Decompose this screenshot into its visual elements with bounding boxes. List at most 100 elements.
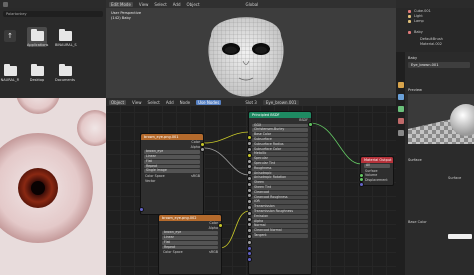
folder-icon [30,64,44,76]
folder-icon [3,64,17,76]
interpolation-dropdown[interactable]: Linear [144,154,200,159]
light-icon [408,15,411,18]
file-browser-panel: Polartonkey ↑ Applications BINAURAL_S NA… [0,0,106,98]
image-texture-node-2[interactable]: brown_eye.png.002 Color Alpha brown_eye … [158,214,223,275]
principled-input-socket[interactable] [247,216,252,222]
eye-texture-image [0,98,106,275]
menu-select[interactable]: Select [154,2,166,7]
object-icon [408,10,411,13]
principled-input-row[interactable]: Roughness [252,166,308,171]
color-space-row[interactable]: Color Space sRGB [159,250,221,255]
input-displacement: Displacement [365,177,388,182]
folder-applications[interactable]: Applications [27,27,49,47]
interpolation-dropdown[interactable]: Linear [162,235,218,240]
folder-icon [58,29,72,41]
principled-input-socket[interactable] [247,158,252,164]
outliner-item[interactable]: Material.002 [420,42,442,46]
folder-label: BINAURAL_S [55,43,77,47]
base-color-swatch[interactable] [448,234,472,239]
folder-desktop[interactable]: Desktop [27,64,47,82]
baby-head-mesh[interactable] [201,6,291,98]
folder-naural[interactable]: NAURAL_Fi [0,64,20,82]
principled-input-socket[interactable] [247,181,252,187]
principled-input-row[interactable]: Subsurface Radius [252,142,308,147]
preview-section-header[interactable]: Preview [408,88,422,92]
principled-input-socket[interactable] [247,210,252,216]
mesh-icon [408,31,411,34]
tab-modifiers[interactable] [397,94,404,100]
viewport-info-perspective: User Perspective [111,11,142,15]
principled-input-socket[interactable] [247,245,252,251]
folder-binaural[interactable]: BINAURAL_S [55,29,77,47]
outliner-panel: Cube.001 Light Lamp Baby DefaultBrush Ma… [396,0,474,52]
menu-add[interactable]: Add [173,2,181,7]
surface-shader-selector[interactable]: Surface [448,176,461,180]
surface-section-header[interactable]: Surface [408,158,422,162]
outliner-header [396,0,474,8]
image-texture-node-1[interactable]: brown_eye.png.001 Color Alpha brown_eye … [139,133,205,215]
color-space-value[interactable]: sRGB [209,250,218,255]
socket-bsdf-out[interactable] [308,122,313,127]
principled-input-row[interactable]: Clearcoat Roughness [252,195,308,200]
tab-material[interactable] [397,118,404,124]
parent-directory-button[interactable]: ↑ [4,30,16,42]
menu-view[interactable]: View [139,2,149,7]
shader-node-editor[interactable]: Object View Select Add Node Use Nodes Sl… [106,98,396,275]
principled-input-socket[interactable] [247,187,252,193]
properties-tabs [396,52,405,275]
folder-icon [30,29,44,41]
menu-object[interactable]: Object [187,2,200,7]
principled-input-socket[interactable] [247,152,252,158]
folder-label: Applications [27,43,49,47]
principled-input-socket[interactable] [247,257,252,263]
principled-input-socket[interactable] [247,205,252,210]
socket-vector-in[interactable] [139,207,144,212]
socket-displacement-in[interactable] [359,181,364,187]
folder-documents[interactable]: Documents [55,64,75,82]
socket-color-out[interactable] [218,223,223,228]
outliner-item[interactable]: Cube.001 [414,9,431,13]
principled-bsdf-node[interactable]: Principled BSDF BSDF GGX Christensen-Burle… [247,111,313,275]
principled-inputs: BSDF GGX Christensen-Burley Base Color Subsu… [249,118,311,238]
folder-icon [58,64,72,76]
tab-texture[interactable] [397,130,404,136]
principled-input-socket[interactable] [247,176,252,181]
file-browser-header [0,0,106,8]
source-dropdown[interactable]: Single Image [144,169,200,174]
projection-dropdown[interactable]: Flat [144,159,200,164]
extension-dropdown[interactable]: Repeat [162,245,218,250]
outliner-item[interactable]: DefaultBrush [420,37,443,41]
tab-object[interactable] [397,82,404,88]
material-name-field[interactable]: Eye_brown.001 [408,62,470,68]
viewport-info-object: (142) Baby [111,16,131,20]
color-space-label: Color Space [163,250,183,255]
principled-input-row[interactable]: Emission [252,214,308,219]
editor-type-icon[interactable] [3,1,8,7]
principled-input-row[interactable]: Tangent [252,233,308,238]
projection-dropdown[interactable]: Flat [162,240,218,245]
file-path-field[interactable]: Polartonkey [3,11,103,17]
target-dropdown[interactable]: All [364,163,390,168]
mode-selector[interactable]: Edit Mode [109,1,133,7]
properties-panel: Baby Eye_brown.001 Preview Surface Surfa… [396,52,474,275]
principled-input-socket[interactable] [247,147,252,152]
image-editor-panel[interactable] [0,98,106,275]
viewport-3d[interactable]: Edit Mode View Select Add Object Global … [106,0,396,98]
socket-alpha-out[interactable] [200,147,205,152]
folder-label: Desktop [29,78,45,82]
folder-label: Documents [55,78,75,82]
principled-input-row: BSDF [299,118,308,122]
outliner-item[interactable]: Lamp [414,19,424,23]
material-output-node[interactable]: Material Output All Surface Volume Displ… [359,156,394,187]
tab-particles[interactable] [397,106,404,112]
outliner-item[interactable]: Light [414,14,423,18]
principled-input-socket[interactable] [247,251,252,257]
color-space-value[interactable]: sRGB [191,174,200,179]
outliner-item[interactable]: Baby [414,30,423,34]
principled-input-socket[interactable] [247,239,252,245]
principled-input-socket[interactable] [247,234,252,239]
principled-input-row[interactable]: Clearcoat [252,190,308,195]
base-color-label: Base Color [408,220,427,224]
properties-object-name: Baby [408,56,418,60]
light-icon [408,20,411,23]
